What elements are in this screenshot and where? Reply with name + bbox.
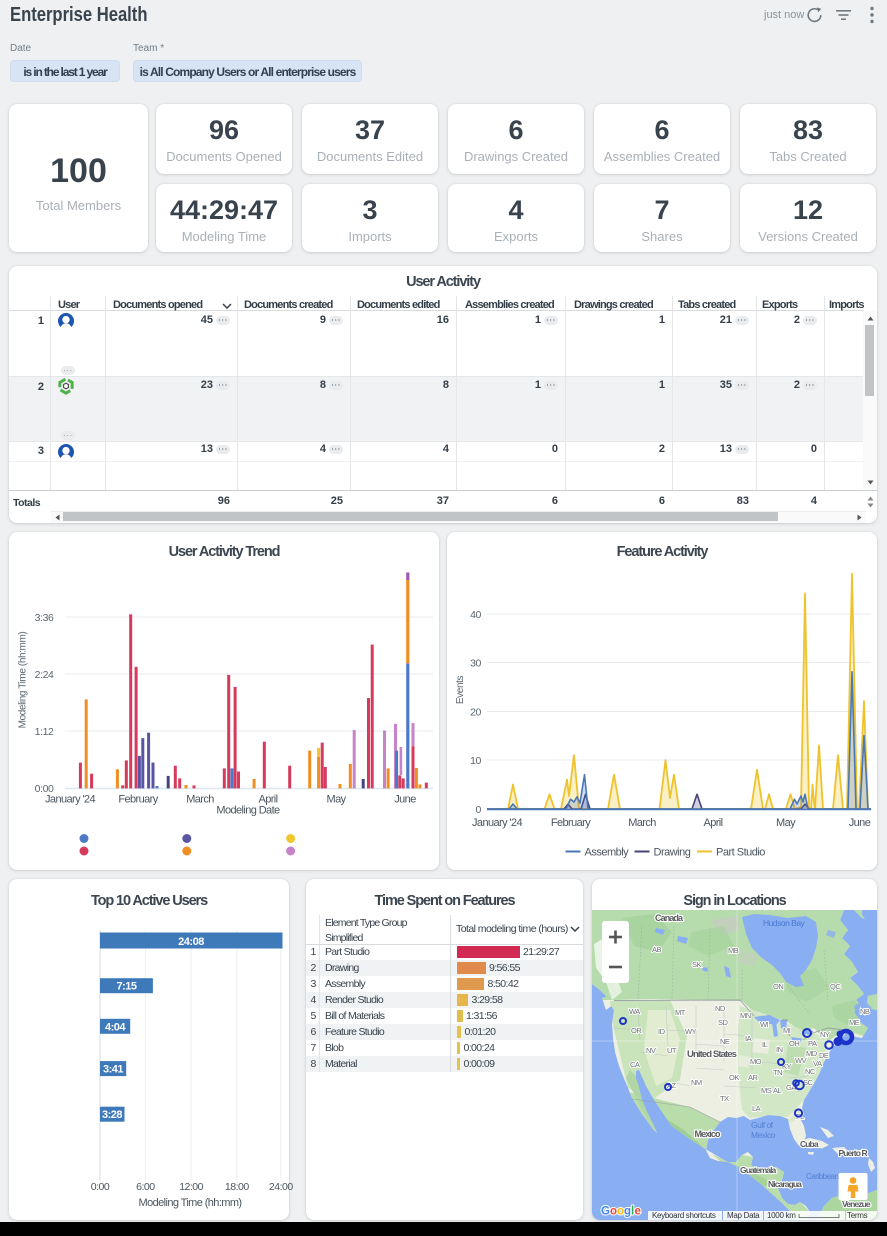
svg-text:June: June bbox=[394, 794, 416, 806]
svg-text:NV: NV bbox=[646, 1046, 656, 1055]
svg-text:NE: NE bbox=[720, 1037, 730, 1046]
svg-text:Gulf of: Gulf of bbox=[751, 1120, 774, 1130]
svg-text:MN: MN bbox=[740, 1011, 751, 1020]
svg-text:18:00: 18:00 bbox=[225, 1181, 249, 1193]
svg-text:IA: IA bbox=[745, 1034, 752, 1043]
svg-text:Modeling Date: Modeling Date bbox=[216, 805, 280, 817]
svg-text:7:15: 7:15 bbox=[116, 981, 136, 993]
svg-text:MD: MD bbox=[806, 1049, 818, 1058]
svg-text:ID: ID bbox=[658, 1027, 666, 1036]
svg-text:OR: OR bbox=[631, 1026, 642, 1035]
svg-text:3:28: 3:28 bbox=[102, 1109, 122, 1121]
svg-text:MI: MI bbox=[783, 1026, 791, 1035]
svg-text:March: March bbox=[186, 794, 214, 806]
svg-text:Guatemala: Guatemala bbox=[740, 1165, 777, 1175]
svg-text:Assembly: Assembly bbox=[585, 847, 630, 859]
svg-text:0:00: 0:00 bbox=[91, 1181, 110, 1193]
svg-text:Mexico: Mexico bbox=[695, 1129, 722, 1139]
svg-text:DE: DE bbox=[819, 1051, 829, 1060]
svg-text:10: 10 bbox=[470, 755, 481, 767]
svg-text:May: May bbox=[776, 817, 796, 829]
svg-text:MO: MO bbox=[750, 1057, 762, 1066]
svg-text:IL: IL bbox=[762, 1040, 768, 1049]
svg-text:Canada: Canada bbox=[655, 913, 684, 923]
svg-text:WA: WA bbox=[629, 1007, 640, 1016]
svg-text:NB: NB bbox=[860, 1007, 870, 1016]
svg-text:January '24: January '24 bbox=[472, 817, 522, 829]
svg-text:SD: SD bbox=[718, 1018, 729, 1027]
svg-text:March: March bbox=[628, 817, 656, 829]
svg-text:1000 km: 1000 km bbox=[767, 1211, 796, 1220]
svg-text:SK: SK bbox=[692, 960, 702, 969]
svg-text:Mexico: Mexico bbox=[751, 1130, 776, 1140]
svg-text:NY: NY bbox=[820, 1030, 830, 1039]
svg-text:February: February bbox=[118, 794, 158, 806]
svg-text:4:04: 4:04 bbox=[105, 1021, 126, 1033]
svg-text:Nicaragua: Nicaragua bbox=[768, 1179, 802, 1189]
svg-text:40: 40 bbox=[470, 609, 481, 621]
svg-text:1:12: 1:12 bbox=[35, 726, 54, 738]
svg-text:Puerto R: Puerto R bbox=[839, 1148, 868, 1158]
svg-text:June: June bbox=[849, 817, 871, 829]
svg-text:February: February bbox=[551, 817, 591, 829]
svg-text:WY: WY bbox=[685, 1027, 697, 1036]
svg-text:IN: IN bbox=[776, 1045, 783, 1054]
svg-text:CA: CA bbox=[630, 1060, 640, 1069]
svg-text:United States: United States bbox=[687, 1049, 737, 1060]
svg-text:MB: MB bbox=[728, 946, 739, 955]
svg-text:0: 0 bbox=[476, 804, 482, 816]
svg-text:12:00: 12:00 bbox=[179, 1181, 203, 1193]
svg-text:QC: QC bbox=[830, 982, 841, 991]
svg-text:Map Data: Map Data bbox=[727, 1211, 760, 1220]
svg-text:MS: MS bbox=[761, 1086, 772, 1095]
svg-text:OK: OK bbox=[729, 1073, 739, 1082]
svg-text:AZ: AZ bbox=[667, 1081, 677, 1090]
svg-text:Caribbean: Caribbean bbox=[806, 1172, 838, 1181]
svg-text:3:41: 3:41 bbox=[103, 1064, 123, 1076]
svg-text:Venezue: Venezue bbox=[842, 1199, 871, 1209]
svg-text:AB: AB bbox=[652, 945, 662, 954]
svg-text:ND: ND bbox=[715, 1004, 726, 1013]
svg-text:TX: TX bbox=[720, 1094, 729, 1103]
svg-text:NC: NC bbox=[805, 1067, 816, 1076]
svg-text:UT: UT bbox=[667, 1046, 677, 1055]
svg-text:Keyboard shortcuts: Keyboard shortcuts bbox=[652, 1211, 716, 1220]
svg-text:April: April bbox=[703, 817, 722, 829]
svg-text:OH: OH bbox=[789, 1039, 799, 1048]
svg-text:Cuba: Cuba bbox=[800, 1139, 819, 1149]
svg-text:g: g bbox=[624, 1206, 631, 1218]
svg-text:ME: ME bbox=[849, 1018, 860, 1027]
svg-text:NM: NM bbox=[691, 1078, 702, 1087]
svg-text:January '24: January '24 bbox=[45, 794, 95, 806]
svg-text:AL: AL bbox=[773, 1086, 782, 1095]
svg-text:ON: ON bbox=[773, 982, 783, 991]
svg-text:AR: AR bbox=[748, 1073, 759, 1082]
svg-text:3:36: 3:36 bbox=[35, 612, 54, 624]
svg-text:G: G bbox=[601, 1206, 610, 1218]
svg-text:24:08: 24:08 bbox=[178, 936, 204, 948]
svg-text:May: May bbox=[327, 794, 347, 806]
svg-text:TN: TN bbox=[773, 1068, 782, 1077]
svg-text:WI: WI bbox=[760, 1020, 769, 1029]
svg-text:2:24: 2:24 bbox=[35, 669, 54, 681]
svg-text:Terms: Terms bbox=[847, 1211, 868, 1220]
svg-text:Part Studio: Part Studio bbox=[716, 847, 765, 859]
svg-text:o: o bbox=[610, 1206, 617, 1218]
svg-text:24:00: 24:00 bbox=[269, 1181, 293, 1193]
svg-text:30: 30 bbox=[470, 658, 481, 670]
svg-text:PA: PA bbox=[808, 1039, 817, 1048]
svg-text:Modeling Time (hh:mm): Modeling Time (hh:mm) bbox=[139, 1197, 242, 1209]
svg-text:Hudson Bay: Hudson Bay bbox=[763, 918, 806, 928]
svg-text:Drawing: Drawing bbox=[654, 847, 691, 859]
svg-text:e: e bbox=[635, 1206, 641, 1218]
svg-text:6:00: 6:00 bbox=[136, 1181, 155, 1193]
svg-text:Events: Events bbox=[455, 676, 466, 705]
svg-text:20: 20 bbox=[470, 707, 481, 719]
svg-text:LA: LA bbox=[752, 1104, 761, 1113]
svg-text:o: o bbox=[617, 1206, 624, 1218]
svg-text:WV: WV bbox=[795, 1056, 807, 1065]
svg-text:Modeling Time (hh:mm): Modeling Time (hh:mm) bbox=[18, 632, 29, 729]
svg-text:MT: MT bbox=[675, 1008, 686, 1017]
